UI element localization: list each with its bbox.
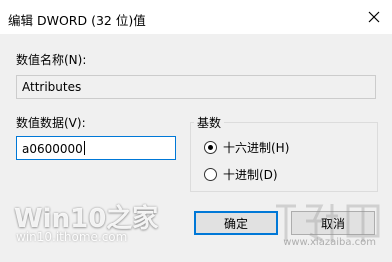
value-name-text: Attributes: [22, 80, 82, 94]
close-button[interactable]: [356, 0, 392, 34]
radio-dec[interactable]: 十进制(D): [204, 166, 278, 183]
value-data-label: 数值数据(V):: [16, 116, 86, 130]
title-bar: 编辑 DWORD (32 位)值: [0, 0, 392, 34]
base-group-title: 基数: [194, 114, 225, 131]
watermark-right-site: www.xiazaiba.com: [283, 237, 376, 248]
close-icon: [368, 11, 380, 23]
radio-dec-indicator[interactable]: [204, 168, 217, 181]
watermark-site: win10.ithome.com: [16, 230, 128, 244]
value-name-label: 数值名称(N):: [16, 53, 87, 67]
value-name-field[interactable]: Attributes: [16, 75, 376, 99]
watermark-right-logo: www.xiazaiba.com: [266, 196, 386, 256]
value-data-input[interactable]: a0600000: [16, 136, 176, 160]
radio-hex[interactable]: 十六进制(H): [204, 139, 289, 156]
window-title: 编辑 DWORD (32 位)值: [8, 13, 146, 28]
radio-dec-label: 十进制(D): [223, 168, 278, 182]
value-data-text: a0600000: [22, 142, 83, 156]
text-caret: [83, 141, 85, 155]
radio-hex-label: 十六进制(H): [223, 141, 290, 155]
radio-hex-indicator[interactable]: [204, 141, 217, 154]
